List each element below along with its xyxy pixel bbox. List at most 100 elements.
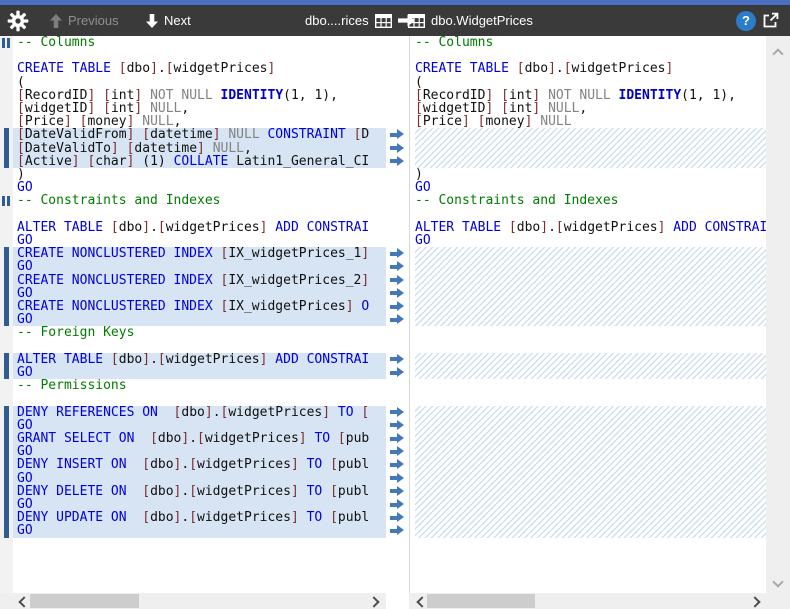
left-change-gutter xyxy=(0,36,13,593)
right-script-pane[interactable]: -- Columns CREATE TABLE [dbo].[widgetPric… xyxy=(410,36,766,593)
scroll-right-arrow[interactable] xyxy=(368,596,379,607)
copy-change-arrow[interactable] xyxy=(390,143,405,154)
left-code-line: ALTER TABLE [dbo].[widgetPrices] ADD CON… xyxy=(13,221,386,234)
left-code-line: GO xyxy=(13,498,386,511)
left-code-line: CREATE NONCLUSTERED INDEX [IX_widgetPric… xyxy=(13,300,386,313)
copy-change-arrow[interactable] xyxy=(390,407,405,418)
left-code-line: GO xyxy=(13,472,386,485)
left-code-line: GO xyxy=(13,181,386,194)
left-code-line: DENY REFERENCES ON [dbo].[widgetPrices] … xyxy=(13,406,386,419)
copy-change-arrow[interactable] xyxy=(390,288,405,299)
help-button[interactable]: ? xyxy=(736,5,756,36)
help-glyph: ? xyxy=(742,13,750,28)
copy-change-arrow[interactable] xyxy=(390,446,405,457)
copy-change-arrow[interactable] xyxy=(390,512,405,523)
copy-change-arrow[interactable] xyxy=(390,459,405,470)
missing-lines-hatch xyxy=(415,353,766,379)
copy-change-arrow[interactable] xyxy=(390,156,405,167)
scroll-down-arrow[interactable] xyxy=(772,576,783,587)
missing-lines-hatch xyxy=(415,406,766,538)
right-code-line: [widgetID] [int] NULL, xyxy=(410,102,766,115)
left-code-line: GRANT SELECT ON [dbo].[widgetPrices] TO … xyxy=(13,432,386,445)
right-code-line: -- Constraints and Indexes xyxy=(410,194,766,207)
left-code-line: -- Constraints and Indexes xyxy=(13,194,386,207)
section-marker xyxy=(2,196,11,206)
copy-change-arrow[interactable] xyxy=(390,486,405,497)
source-object-label: dbo....rices xyxy=(305,13,369,28)
left-code-line: CREATE TABLE [dbo].[widgetPrices] xyxy=(13,62,386,75)
scroll-left-arrow[interactable] xyxy=(18,596,29,607)
right-code-line: ) xyxy=(410,168,766,181)
schema-diff-window: Previous Next dbo....rices xyxy=(0,0,790,609)
left-horizontal-scrollbar[interactable] xyxy=(0,593,386,609)
table-icon xyxy=(408,14,425,28)
left-code-line: GO xyxy=(13,313,386,326)
merge-arrow-gutter xyxy=(386,36,409,593)
copy-change-arrow[interactable] xyxy=(390,499,405,510)
copy-change-arrow[interactable] xyxy=(390,129,405,140)
copy-change-arrow[interactable] xyxy=(390,367,405,378)
target-object: dbo.WidgetPrices xyxy=(408,5,533,36)
right-code-line: GO xyxy=(410,234,766,247)
right-code-line: -- Columns xyxy=(410,36,766,49)
left-script-pane[interactable]: -- Columns CREATE TABLE [dbo].[widgetPric… xyxy=(13,36,386,593)
right-code-line: CREATE TABLE [dbo].[widgetPrices] xyxy=(410,62,766,75)
left-code-line: -- Columns xyxy=(13,36,386,49)
left-code-line: [Active] [char] (1) COLLATE Latin1_Gener… xyxy=(13,155,386,168)
left-code-line: GO xyxy=(13,445,386,458)
vertical-scrollbar[interactable] xyxy=(766,36,790,593)
section-marker xyxy=(2,38,11,48)
left-code-line: DENY INSERT ON [dbo].[widgetPrices] TO [… xyxy=(13,458,386,471)
change-block-marker xyxy=(4,247,9,326)
left-code-line: ( xyxy=(13,76,386,89)
scrollbar-thumb[interactable] xyxy=(30,594,139,608)
previous-label: Previous xyxy=(68,13,119,28)
copy-change-arrow[interactable] xyxy=(390,248,405,259)
left-code-line: [DateValidTo] [datetime] NULL, xyxy=(13,142,386,155)
next-label: Next xyxy=(164,13,191,28)
copy-change-arrow[interactable] xyxy=(390,314,405,325)
gear-icon xyxy=(7,10,29,32)
scroll-left-arrow[interactable] xyxy=(416,596,427,607)
copy-change-arrow[interactable] xyxy=(390,473,405,484)
open-external-button[interactable] xyxy=(761,5,780,36)
export-icon xyxy=(761,11,780,30)
left-code-line: ALTER TABLE [dbo].[widgetPrices] ADD CON… xyxy=(13,353,386,366)
copy-change-arrow[interactable] xyxy=(390,433,405,444)
left-code-line: DENY UPDATE ON [dbo].[widgetPrices] TO [… xyxy=(13,511,386,524)
scroll-right-arrow[interactable] xyxy=(749,596,760,607)
copy-change-arrow[interactable] xyxy=(390,354,405,365)
left-code-line: GO xyxy=(13,524,386,537)
change-block-marker xyxy=(4,128,9,168)
copy-change-arrow[interactable] xyxy=(390,525,405,536)
left-code-line: -- Foreign Keys xyxy=(13,326,386,339)
scroll-up-arrow[interactable] xyxy=(772,48,783,59)
left-code-line: GO xyxy=(13,366,386,379)
scrollbar-corner xyxy=(766,593,790,609)
right-code-line: [RecordID] [int] NOT NULL IDENTITY(1, 1)… xyxy=(410,89,766,102)
left-code-line: [Price] [money] NULL, xyxy=(13,115,386,128)
right-code-line: [Price] [money] NULL xyxy=(410,115,766,128)
copy-change-arrow[interactable] xyxy=(390,420,405,431)
previous-difference-button[interactable]: Previous xyxy=(50,5,119,36)
target-object-label: dbo.WidgetPrices xyxy=(431,13,533,28)
left-code-line: CREATE NONCLUSTERED INDEX [IX_widgetPric… xyxy=(13,247,386,260)
right-horizontal-scrollbar[interactable] xyxy=(409,593,766,609)
diff-toolbar: Previous Next dbo....rices xyxy=(0,5,790,36)
arrow-up-icon xyxy=(50,14,62,28)
arrow-down-icon xyxy=(146,14,158,28)
help-icon: ? xyxy=(736,11,756,31)
change-block-marker xyxy=(4,353,9,379)
next-difference-button[interactable]: Next xyxy=(146,5,191,36)
copy-change-arrow[interactable] xyxy=(390,301,405,312)
copy-change-arrow[interactable] xyxy=(390,261,405,272)
left-code-line: [RecordID] [int] NOT NULL IDENTITY(1, 1)… xyxy=(13,89,386,102)
settings-button[interactable] xyxy=(7,5,29,36)
right-code-line: ALTER TABLE [dbo].[widgetPrices] ADD CON… xyxy=(410,221,766,234)
left-code-line: GO xyxy=(13,234,386,247)
left-code-line: GO xyxy=(13,260,386,273)
scrollbar-thumb[interactable] xyxy=(427,594,535,608)
left-code-line: GO xyxy=(13,419,386,432)
right-code-line: GO xyxy=(410,181,766,194)
copy-change-arrow[interactable] xyxy=(390,275,405,286)
